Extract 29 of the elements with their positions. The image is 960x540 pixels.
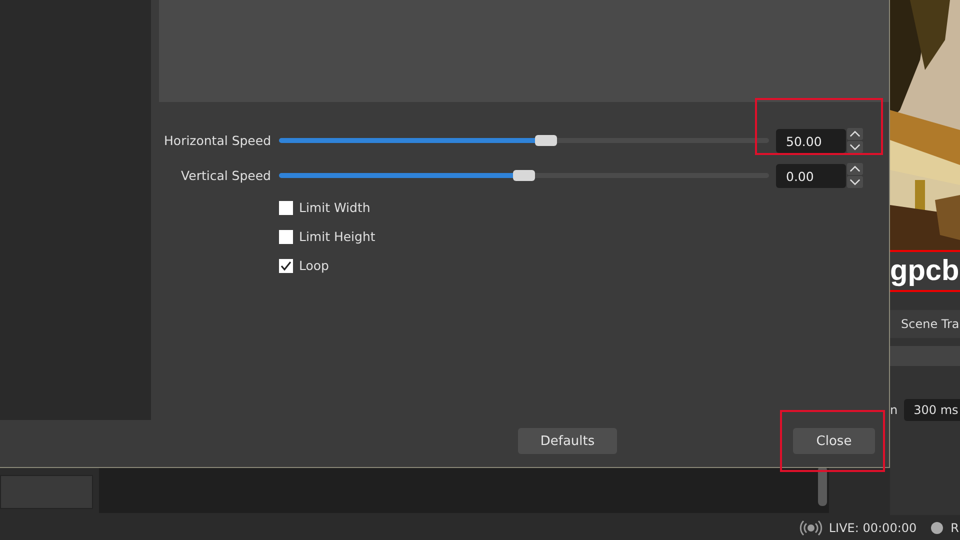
slider-handle[interactable] bbox=[535, 135, 558, 146]
defaults-button[interactable]: Defaults bbox=[518, 428, 617, 454]
checkbox[interactable] bbox=[279, 200, 293, 214]
slider-track[interactable] bbox=[279, 173, 769, 178]
live-timer: LIVE: 00:00:00 bbox=[828, 520, 917, 534]
close-button[interactable]: Close bbox=[793, 428, 875, 454]
checkbox-label: Loop bbox=[299, 258, 329, 273]
recording-label: R bbox=[950, 520, 959, 534]
scrollbar[interactable] bbox=[818, 466, 827, 506]
checkbox[interactable] bbox=[279, 258, 293, 272]
duration-label: n bbox=[890, 403, 898, 417]
checkbox-label: Limit Height bbox=[299, 229, 376, 244]
slider-handle[interactable] bbox=[513, 170, 535, 181]
slider-track[interactable] bbox=[279, 138, 769, 143]
record-dot-icon bbox=[930, 522, 943, 534]
slider-label: Vertical Speed bbox=[180, 168, 271, 183]
duration-field[interactable]: 300 ms bbox=[904, 399, 960, 421]
number-field[interactable]: 0.00 bbox=[776, 164, 846, 188]
up-arrow-icon[interactable] bbox=[847, 163, 863, 175]
overlay-text: gpcb bbox=[890, 254, 960, 288]
checkbox[interactable] bbox=[279, 230, 293, 244]
slider-label: Horizontal Speed bbox=[163, 133, 271, 148]
broadcast-icon bbox=[798, 520, 823, 536]
checkbox-label: Limit Width bbox=[299, 200, 370, 215]
down-arrow-icon[interactable] bbox=[847, 141, 863, 153]
up-arrow-icon[interactable] bbox=[847, 128, 863, 140]
number-field[interactable]: 50.00 bbox=[776, 128, 846, 152]
down-arrow-icon[interactable] bbox=[847, 176, 863, 188]
tab-button[interactable]: Scene Tra bbox=[890, 310, 960, 338]
